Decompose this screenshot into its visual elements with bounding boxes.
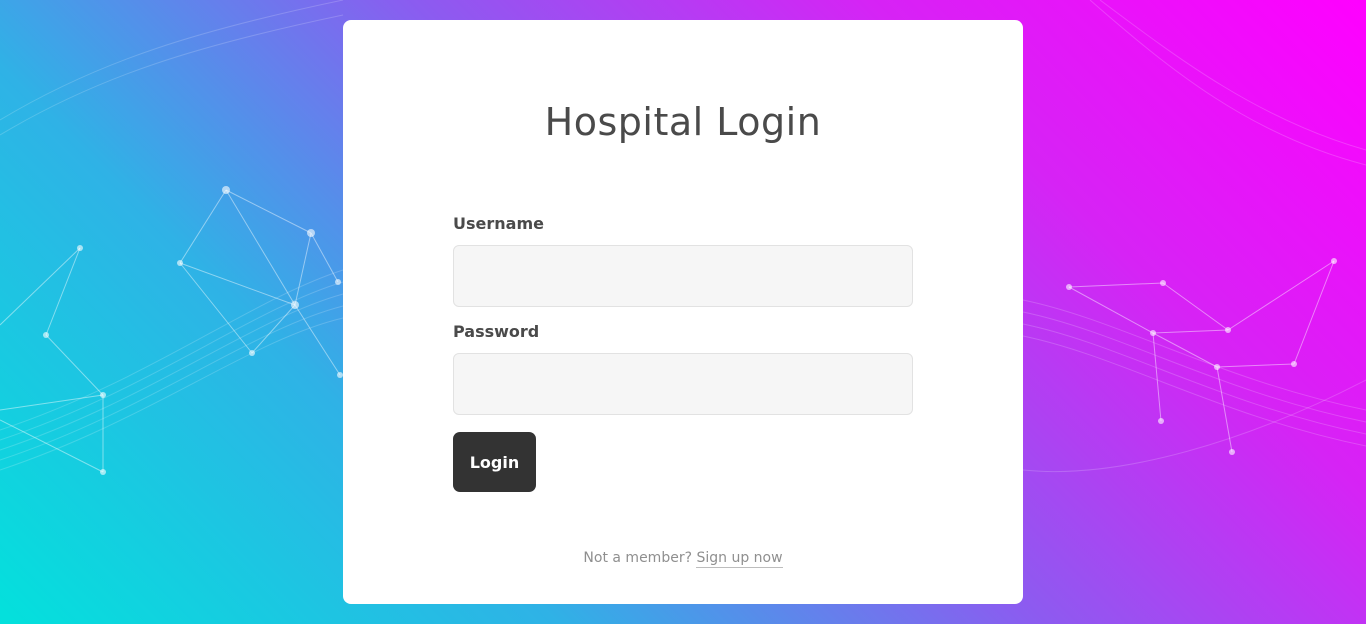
page-title: Hospital Login bbox=[544, 100, 822, 144]
password-label: Password bbox=[453, 322, 540, 341]
signup-prompt: Not a member? Sign up now bbox=[343, 550, 1023, 568]
username-input[interactable] bbox=[453, 245, 913, 307]
signup-prompt-text: Not a member? bbox=[583, 550, 693, 566]
login-card: Hospital Login Username Password Login N… bbox=[343, 20, 1023, 604]
login-button[interactable]: Login bbox=[453, 432, 536, 492]
signup-link[interactable]: Sign up now bbox=[696, 550, 783, 568]
username-label: Username bbox=[453, 214, 544, 233]
password-input[interactable] bbox=[453, 353, 913, 415]
